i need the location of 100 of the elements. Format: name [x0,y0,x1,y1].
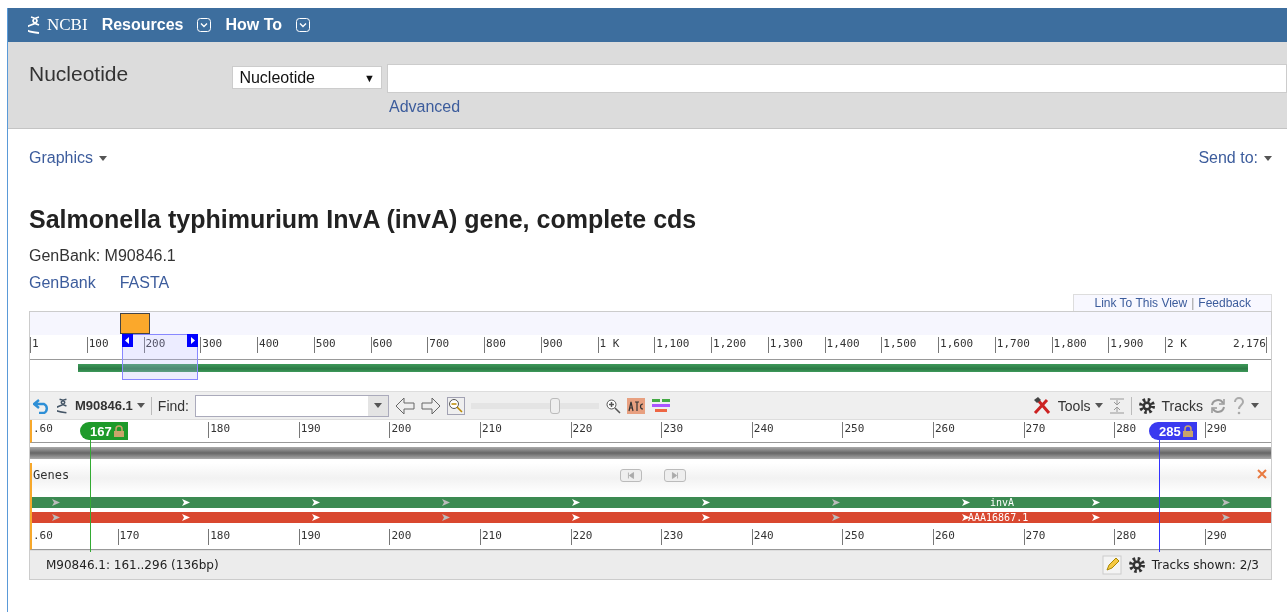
ruler-label: .60 [32,422,53,437]
find-field[interactable] [194,394,389,417]
ruler-label: 1 [30,337,39,353]
ruler-label: 260 [933,529,955,545]
ruler-label: 100 [86,337,109,353]
format-link[interactable]: FASTA [119,274,170,292]
advanced-link[interactable]: Advanced [389,98,1287,116]
ruler-label: 200 [389,422,412,438]
ruler-label: 230 [661,529,684,545]
ruler-label: 2 K [1165,337,1187,353]
ruler-label: 170 [117,529,140,545]
lock-icon [113,425,124,437]
ruler-label: 600 [370,337,393,353]
ruler-label: 1,300 [767,337,803,353]
accession-text: GenBank: M90846.1 [29,247,177,265]
database-label: Nucleotide [29,62,130,87]
ruler-label: 1,900 [1108,337,1144,353]
ruler-label: 200 [389,529,412,545]
end-marker[interactable]: 285 [1149,422,1197,440]
separator-text: | [1191,296,1195,310]
zoom-in-icon[interactable] [604,397,621,414]
ruler-label: 1,500 [881,337,917,353]
ruler-label: 220 [570,529,593,545]
caret-icon [136,403,145,408]
position-marker[interactable] [120,313,150,334]
slider-thumb[interactable] [550,397,561,414]
ruler-label: 2,176 [1232,337,1267,353]
ruler-label: 250 [842,422,865,438]
caret-icon [1094,403,1103,408]
start-marker[interactable]: 167 [80,422,128,440]
edit-icon[interactable] [1101,555,1122,575]
ruler-label: 250 [842,529,865,545]
lock-icon [1182,425,1193,437]
undo-icon[interactable] [33,397,51,414]
chevron-icon [373,403,382,408]
close-icon[interactable] [1257,469,1267,479]
feature-bar[interactable]: invA [32,497,1271,508]
ruler-label: 280 [1114,422,1137,438]
ruler-label: 290 [1204,422,1227,438]
ruler-label: 270 [1023,529,1046,545]
ruler-label: 220 [570,422,593,438]
ruler-label: 180 [208,422,231,438]
ruler-label: 900 [540,337,563,353]
back-arrow-icon[interactable] [394,396,415,415]
ruler-label: 1,100 [654,337,690,353]
feature-bar[interactable]: AAA16867.1 [32,512,1271,523]
gear-icon[interactable] [1127,556,1146,574]
tools-menu[interactable]: Tools [1057,397,1103,414]
graphics-menu[interactable]: Graphics [29,149,108,167]
search-field[interactable] [387,64,1287,93]
tracks-layout-icon[interactable] [650,397,671,414]
ruler-label: 270 [1023,422,1046,438]
ruler-label: 260 [933,422,955,438]
ruler-label: 300 [200,337,223,353]
ruler-label: 280 [1114,529,1137,545]
ruler-label: 230 [661,422,684,438]
gear-icon[interactable] [1137,396,1156,415]
ruler-label: 1 K [597,337,620,353]
ruler-label: 1,200 [711,337,747,353]
forward-arrow-icon[interactable] [420,396,441,415]
range-text: M90846.1: 161..296 (136bp) [46,558,219,572]
ruler-label: 190 [298,422,321,438]
ruler-label: 240 [751,422,774,438]
selection-box[interactable] [122,334,198,380]
record-title: Salmonella typhimurium InvA (invA) gene, complete cds [29,205,698,234]
ruler-label: 200 [143,337,166,353]
ruler-label: 290 [1204,529,1227,545]
caret-icon [99,155,108,161]
more-caret-icon [1251,403,1259,408]
ruler-label: 210 [480,529,502,545]
ruler-label: 240 [751,529,774,545]
sequence-menu[interactable]: M90846.1 [75,398,145,413]
database-select[interactable]: Nucleotide ▼ [232,66,382,89]
ruler-label: .60 [32,529,53,544]
zoom-out-icon[interactable] [446,396,465,415]
ruler-label: 1,800 [1051,337,1087,353]
ruler-label: 180 [208,529,231,545]
tracks-shown-text: Tracks shown: 2/3 [1151,558,1259,572]
tracks-button[interactable]: Tracks [1161,397,1203,414]
ruler-label: 800 [484,337,506,353]
send-to-menu[interactable]: Send to: [1198,149,1272,167]
feedback-link[interactable]: Feedback [1198,296,1251,310]
ruler-label: 210 [480,422,502,438]
ruler-label: 1,600 [938,337,974,353]
dropdown-icon[interactable] [296,18,311,32]
nav-menu[interactable]: How To [225,16,283,34]
format-link[interactable]: GenBank [29,274,96,292]
ruler-label: 190 [298,529,321,545]
sequence-icon[interactable] [626,397,645,414]
caret-icon [1264,155,1272,161]
dropdown-icon[interactable] [197,18,212,32]
ruler-label: 500 [313,337,336,353]
logo[interactable]: NCBI [28,15,88,35]
ruler-label: 400 [257,337,279,353]
nav-menu[interactable]: Resources [101,16,184,34]
ruler-label: 700 [427,337,450,353]
ruler-label: 1,400 [824,337,860,353]
ruler-label: 1,700 [994,337,1030,353]
link-to-view[interactable]: Link To This View [1094,296,1188,310]
track-name: Genes [33,468,70,482]
